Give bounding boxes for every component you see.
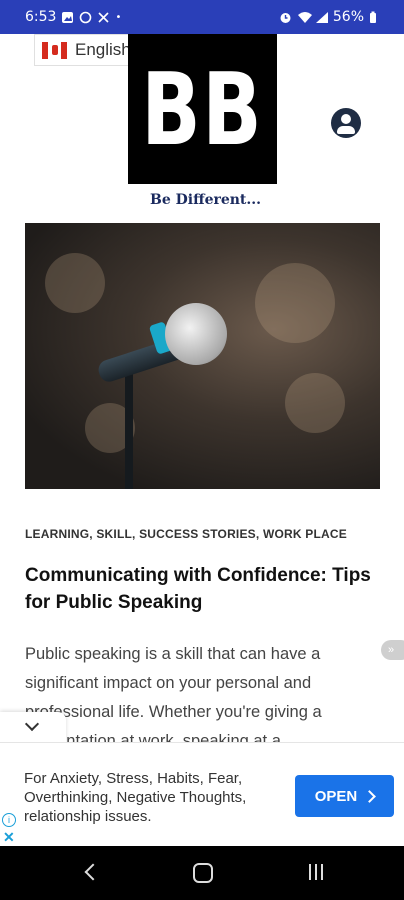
alarm-icon [279,11,292,24]
ad-banner[interactable]: For Anxiety, Stress, Habits, Fear, Overt… [0,742,404,847]
home-icon[interactable] [193,863,213,883]
scissors-icon [97,11,110,24]
ad-text: For Anxiety, Stress, Habits, Fear, Overt… [24,770,247,825]
chevron-right-icon [363,789,377,803]
system-nav-bar [0,846,404,900]
microphone-image [165,303,227,365]
info-icon[interactable]: i [2,813,16,827]
article-categories[interactable]: LEARNING, SKILL, SUCCESS STORIES, WORK P… [25,527,347,541]
article-title[interactable]: Communicating with Confidence: Tips for … [25,562,385,616]
battery-icon [369,11,382,24]
close-icon[interactable]: ✕ [3,829,15,846]
ad-collapse-button[interactable] [0,712,66,742]
battery-percent: 56% [332,9,364,25]
site-logo[interactable]: BB [128,34,277,184]
status-bar: 6:53 • 56% [0,0,404,34]
user-account-icon[interactable] [331,108,361,138]
ad-open-button[interactable]: OPEN [295,775,394,817]
logo-text: BB [141,50,264,168]
recents-icon[interactable] [309,864,323,880]
ad-open-label: OPEN [314,787,358,805]
sync-icon [79,11,92,24]
article-excerpt: Public speaking is a skill that can have… [25,645,322,750]
language-label: English [75,40,131,59]
chevron-down-icon [24,716,40,732]
wifi-icon [297,11,312,24]
scroll-arrow-button[interactable]: » [381,640,404,660]
article-image[interactable] [25,223,380,489]
dot-indicator: • [115,11,122,23]
status-time: 6:53 [25,9,57,25]
photo-icon [61,11,74,24]
canada-flag-icon [42,41,67,59]
signal-icon [315,11,328,24]
site-tagline: Be Different... [150,192,262,208]
back-icon[interactable] [84,863,102,881]
